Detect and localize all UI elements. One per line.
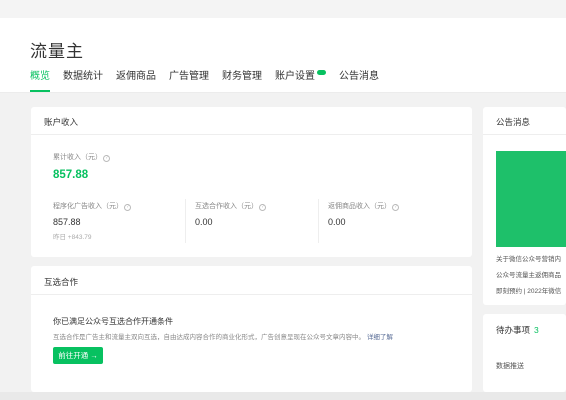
tab-account-settings[interactable]: 账户设置 <box>275 70 326 92</box>
open-now-button[interactable]: 前往开通 → <box>53 347 103 364</box>
tab-label: 公告消息 <box>339 71 379 82</box>
detail-link[interactable]: 详细了解 <box>367 334 393 341</box>
todo-item[interactable]: 数据推送 <box>496 361 524 371</box>
income-card-title: 账户收入 <box>44 117 79 127</box>
nav-tabs: 概览 数据统计 返佣商品 广告管理 财务管理 账户设置 公告消息 <box>30 70 392 92</box>
tab-label: 账户设置 <box>275 71 315 82</box>
commission-income-label-text: 返佣商品收入（元） <box>328 203 391 210</box>
tab-label: 广告管理 <box>169 71 209 82</box>
tab-ad-management[interactable]: 广告管理 <box>169 70 209 92</box>
announcement-item[interactable]: 即刻预约 | 2022年微信 <box>496 285 561 295</box>
help-icon[interactable]: ? <box>103 155 110 162</box>
page-title: 流量主 <box>30 42 84 61</box>
total-income-label-text: 累计收入（元） <box>53 154 102 161</box>
todo-title-text: 待办事项 <box>496 325 531 335</box>
main-content: 账户收入 累计收入（元）? 857.88 程序化广告收入（元）? 857.88 … <box>0 93 566 392</box>
condition-title: 你已满足公众号互选合作开通条件 <box>53 317 173 326</box>
help-icon[interactable]: ? <box>259 204 266 211</box>
commission-income-value: 0.00 <box>328 217 346 227</box>
mutual-income-value: 0.00 <box>195 217 213 227</box>
tab-label: 数据统计 <box>63 71 103 82</box>
tab-data-stats[interactable]: 数据统计 <box>63 70 103 92</box>
column-separator <box>185 199 186 243</box>
divider <box>31 294 472 295</box>
tab-finance[interactable]: 财务管理 <box>222 70 262 92</box>
todo-card-title: 待办事项 3 <box>496 324 539 336</box>
total-income-value: 857.88 <box>53 169 89 181</box>
announcement-item[interactable]: 公众号流量主返佣商品 <box>496 269 561 279</box>
condition-description: 互选合作是广告主和流量主双向互选，自由达成内容合作的商业化形式，广告创意呈现在公… <box>53 331 393 341</box>
new-badge <box>317 70 326 75</box>
income-card: 账户收入 累计收入（元）? 857.88 程序化广告收入（元）? 857.88 … <box>31 107 472 257</box>
help-icon[interactable]: ? <box>392 204 399 211</box>
announcement-card-title: 公告消息 <box>496 117 531 127</box>
condition-description-text: 互选合作是广告主和流量主双向互选，自由达成内容合作的商业化形式，广告创意呈现在公… <box>53 334 365 341</box>
tab-commission-goods[interactable]: 返佣商品 <box>116 70 156 92</box>
mutual-income-label-text: 互选合作收入（元） <box>195 203 258 210</box>
mutual-card-title: 互选合作 <box>44 277 79 287</box>
program-ad-income-label-text: 程序化广告收入（元） <box>53 203 123 210</box>
help-icon[interactable]: ? <box>124 204 131 211</box>
tab-label: 返佣商品 <box>116 71 156 82</box>
window-top-edge <box>0 0 566 18</box>
announcement-card: 公告消息 关于微信公众号营销内 公众号流量主返佣商品 即刻预约 | 2022年微… <box>483 107 566 305</box>
program-ad-income-label: 程序化广告收入（元）? <box>53 201 131 211</box>
commission-income-label: 返佣商品收入（元）? <box>328 201 399 211</box>
mutual-selection-card: 互选合作 你已满足公众号互选合作开通条件 互选合作是广告主和流量主双向互选，自由… <box>31 266 472 392</box>
tab-label: 概览 <box>30 71 50 82</box>
tab-announcements[interactable]: 公告消息 <box>339 70 379 92</box>
tab-label: 财务管理 <box>222 71 262 82</box>
mutual-income-label: 互选合作收入（元）? <box>195 201 266 211</box>
divider <box>483 134 566 135</box>
todo-card: 待办事项 3 数据推送 <box>483 314 566 392</box>
total-income-label: 累计收入（元）? <box>53 152 110 162</box>
announcement-banner[interactable] <box>496 151 566 247</box>
window-bottom-edge <box>0 392 566 400</box>
announcement-item[interactable]: 关于微信公众号营销内 <box>496 253 561 263</box>
tab-overview[interactable]: 概览 <box>30 70 50 92</box>
page-header: 流量主 概览 数据统计 返佣商品 广告管理 财务管理 账户设置 公告消息 <box>0 18 566 93</box>
program-ad-income-value: 857.88 <box>53 217 81 227</box>
yesterday-delta: 昨日 +843.79 <box>53 234 92 241</box>
divider <box>31 134 472 135</box>
todo-count: 3 <box>534 325 539 335</box>
column-separator <box>318 199 319 243</box>
